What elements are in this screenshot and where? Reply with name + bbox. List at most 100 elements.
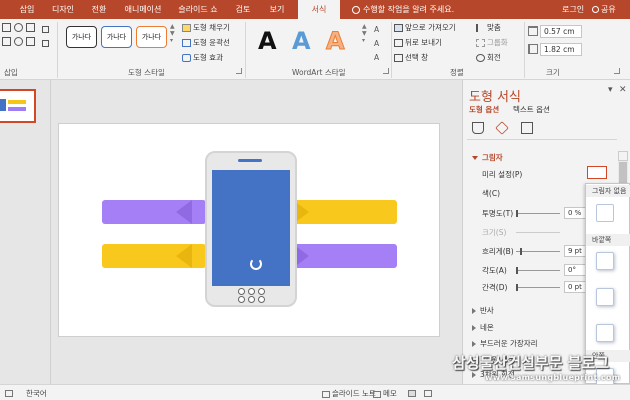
shape-rect-icon[interactable] xyxy=(26,23,35,32)
fill-line-icon[interactable] xyxy=(472,122,484,134)
shape-fill-button[interactable]: 도형 채우기 xyxy=(182,22,230,33)
preset-dropdown-button[interactable] xyxy=(587,166,607,179)
slide-sorter-icon[interactable] xyxy=(424,388,434,397)
tab-text-options[interactable]: 텍스트 옵션 xyxy=(513,104,550,115)
style-gallery-more-icon[interactable]: ▲ ▼ ▾ xyxy=(170,23,175,44)
text-fill-icon[interactable]: A xyxy=(374,25,379,34)
person-icon xyxy=(592,6,599,13)
size-launcher-icon[interactable] xyxy=(614,68,620,74)
notes-label: 슬라이드 노트 xyxy=(332,389,376,398)
angle-slider[interactable] xyxy=(516,267,560,274)
send-backward-button[interactable]: 뒤로 보내기 xyxy=(394,37,442,48)
tab-review[interactable]: 검토 xyxy=(228,0,258,19)
align-button[interactable]: 맞춤 xyxy=(476,22,501,33)
preset-outer-3[interactable] xyxy=(596,324,614,342)
resize-handle[interactable] xyxy=(248,296,255,303)
notes-button[interactable]: 슬라이드 노트 xyxy=(322,388,376,399)
slide-canvas[interactable] xyxy=(58,123,440,337)
slider-knob[interactable] xyxy=(516,284,518,291)
tab-view[interactable]: 보기 xyxy=(262,0,292,19)
shape-style-2[interactable]: 가나다 xyxy=(101,26,132,48)
rotate-button[interactable]: 회전 xyxy=(476,52,501,63)
scroll-up-icon[interactable] xyxy=(618,151,628,161)
resize-handle[interactable] xyxy=(238,296,245,303)
wordart-style-black[interactable]: A xyxy=(258,27,277,55)
resize-handle[interactable] xyxy=(238,288,245,295)
chevron-down-icon[interactable]: ▾ xyxy=(608,85,613,95)
shape-style-1[interactable]: 가나다 xyxy=(66,26,97,48)
tell-me-box[interactable]: 수행할 작업을 알려 주세요. xyxy=(352,0,454,19)
preset-no-shadow[interactable] xyxy=(596,204,614,222)
thumb-phone-shape xyxy=(0,99,6,111)
phone-screen xyxy=(212,170,290,286)
soft-edges-section[interactable]: 부드러운 가장자리 xyxy=(472,338,538,349)
wordart-style-blue[interactable]: A xyxy=(292,27,311,55)
align-icon xyxy=(476,24,485,32)
size-properties-icon[interactable] xyxy=(521,122,533,134)
slide-thumbnail[interactable] xyxy=(0,89,36,123)
distance-slider[interactable] xyxy=(516,284,560,291)
shape-connector-icon[interactable] xyxy=(2,37,11,46)
shape-outline-button[interactable]: 도형 윤곽선 xyxy=(182,37,230,48)
tab-insert[interactable]: 삽입 xyxy=(12,0,42,19)
preset-outer-1[interactable] xyxy=(596,252,614,270)
triangle-right-icon xyxy=(472,308,476,314)
shape-style-3[interactable]: 가나다 xyxy=(136,26,167,48)
width-input[interactable]: 1.82 cm xyxy=(540,43,582,56)
slide-indicator-icon[interactable] xyxy=(5,388,15,397)
shape-effect-button[interactable]: 도형 효과 xyxy=(182,52,223,63)
text-outline-icon[interactable]: A xyxy=(374,39,379,48)
tab-format[interactable]: 서식 xyxy=(298,0,340,19)
wordart-launcher-icon[interactable] xyxy=(383,68,389,74)
reflection-section[interactable]: 반사 xyxy=(472,305,494,316)
normal-view-icon[interactable] xyxy=(408,388,418,397)
close-icon[interactable]: ✕ xyxy=(619,85,627,95)
tab-slideshow[interactable]: 슬라이드 쇼 xyxy=(172,0,224,19)
shape-gallery[interactable] xyxy=(2,23,54,63)
selection-pane-button[interactable]: 선택 창 xyxy=(394,52,428,63)
text-box-icon[interactable] xyxy=(42,40,49,47)
scroll-thumb[interactable] xyxy=(619,162,627,184)
slider-knob[interactable] xyxy=(516,267,518,274)
tab-shape-options[interactable]: 도형 옵션 xyxy=(469,104,499,115)
blur-slider[interactable] xyxy=(516,248,560,255)
rotate-handle-icon[interactable] xyxy=(250,258,262,270)
shape-freeform-icon[interactable] xyxy=(26,37,35,46)
shadow-section[interactable]: 그림자 xyxy=(472,152,503,163)
wordart-style-orange[interactable]: A xyxy=(326,27,346,56)
glow-label: 네온 xyxy=(480,323,494,332)
glow-section[interactable]: 네온 xyxy=(472,322,494,333)
reflection-label: 반사 xyxy=(480,306,494,315)
resize-handle[interactable] xyxy=(258,296,265,303)
comments-button[interactable]: 메모 xyxy=(373,388,397,399)
height-input[interactable]: 0.57 cm xyxy=(540,25,582,38)
status-bar: 한국어 슬라이드 노트 메모 xyxy=(0,384,630,400)
tab-transitions[interactable]: 전환 xyxy=(84,0,114,19)
text-effect-icon[interactable]: A xyxy=(374,53,379,62)
shape-arc-icon[interactable] xyxy=(14,37,23,46)
grid-icon xyxy=(424,389,432,397)
slider-knob[interactable] xyxy=(516,210,518,217)
tab-animations[interactable]: 애니메이션 xyxy=(118,0,168,19)
rotate-label: 회전 xyxy=(487,53,501,62)
bring-forward-button[interactable]: 앞으로 가져오기 xyxy=(394,22,456,33)
preset-outer-2[interactable] xyxy=(596,288,614,306)
phone-shape[interactable] xyxy=(205,151,297,307)
edit-shape-icon[interactable] xyxy=(42,26,49,33)
slider-knob[interactable] xyxy=(520,248,522,255)
share-button[interactable]: 공유 xyxy=(592,0,616,19)
language-indicator[interactable]: 한국어 xyxy=(26,388,47,399)
thumb-bar-yellow xyxy=(8,100,26,104)
resize-handle[interactable] xyxy=(258,288,265,295)
shape-curve-icon[interactable] xyxy=(14,23,23,32)
effects-icon[interactable] xyxy=(495,121,509,135)
resize-handle[interactable] xyxy=(248,288,255,295)
shape-style-launcher-icon[interactable] xyxy=(236,68,242,74)
transparency-slider[interactable] xyxy=(516,210,560,217)
triangle-down-icon xyxy=(472,156,478,160)
tab-design[interactable]: 디자인 xyxy=(46,0,80,19)
group-button[interactable]: 그룹화 xyxy=(476,37,508,48)
login-link[interactable]: 로그인 xyxy=(562,0,584,19)
shape-line-icon[interactable] xyxy=(2,23,11,32)
wordart-gallery-more-icon[interactable]: ▲ ▼ ▾ xyxy=(362,23,367,44)
